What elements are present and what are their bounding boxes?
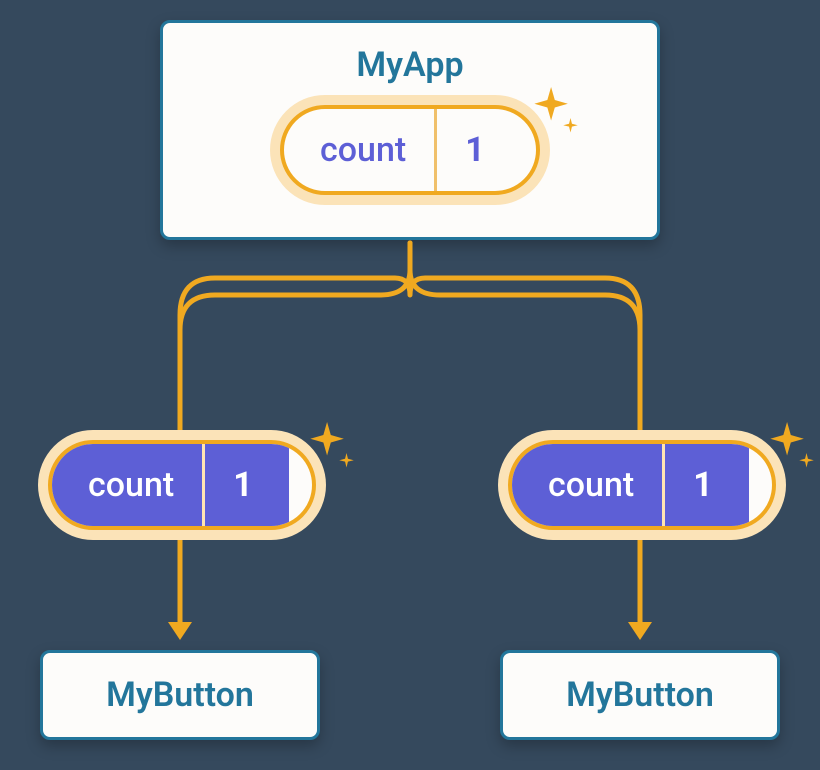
right-child-box: MyButton [500, 650, 780, 740]
left-prop-to-child-arrow [160, 540, 200, 650]
prop-label: count [512, 444, 662, 526]
child-label: MyButton [566, 675, 714, 715]
left-prop-pill-wrap: count 1 [48, 440, 316, 530]
prop-value: 1 [205, 444, 289, 526]
parent-state-pill-wrap: count 1 [280, 105, 540, 195]
left-child-box: MyButton [40, 650, 320, 740]
parent-component-box: MyApp count 1 [160, 20, 660, 240]
parent-to-props-connector [0, 240, 820, 450]
child-label: MyButton [106, 675, 254, 715]
right-prop-pill: count 1 [508, 440, 776, 530]
parent-state-pill: count 1 [280, 105, 540, 195]
parent-title: MyApp [356, 45, 463, 85]
right-prop-to-child-arrow [620, 540, 660, 650]
prop-label: count [52, 444, 202, 526]
right-prop-pill-wrap: count 1 [508, 440, 776, 530]
left-prop-pill: count 1 [48, 440, 316, 530]
diagram-stage: MyApp count 1 count 1 [0, 0, 820, 770]
prop-value: 1 [665, 444, 749, 526]
state-label: count [284, 109, 434, 191]
state-value: 1 [437, 109, 521, 191]
